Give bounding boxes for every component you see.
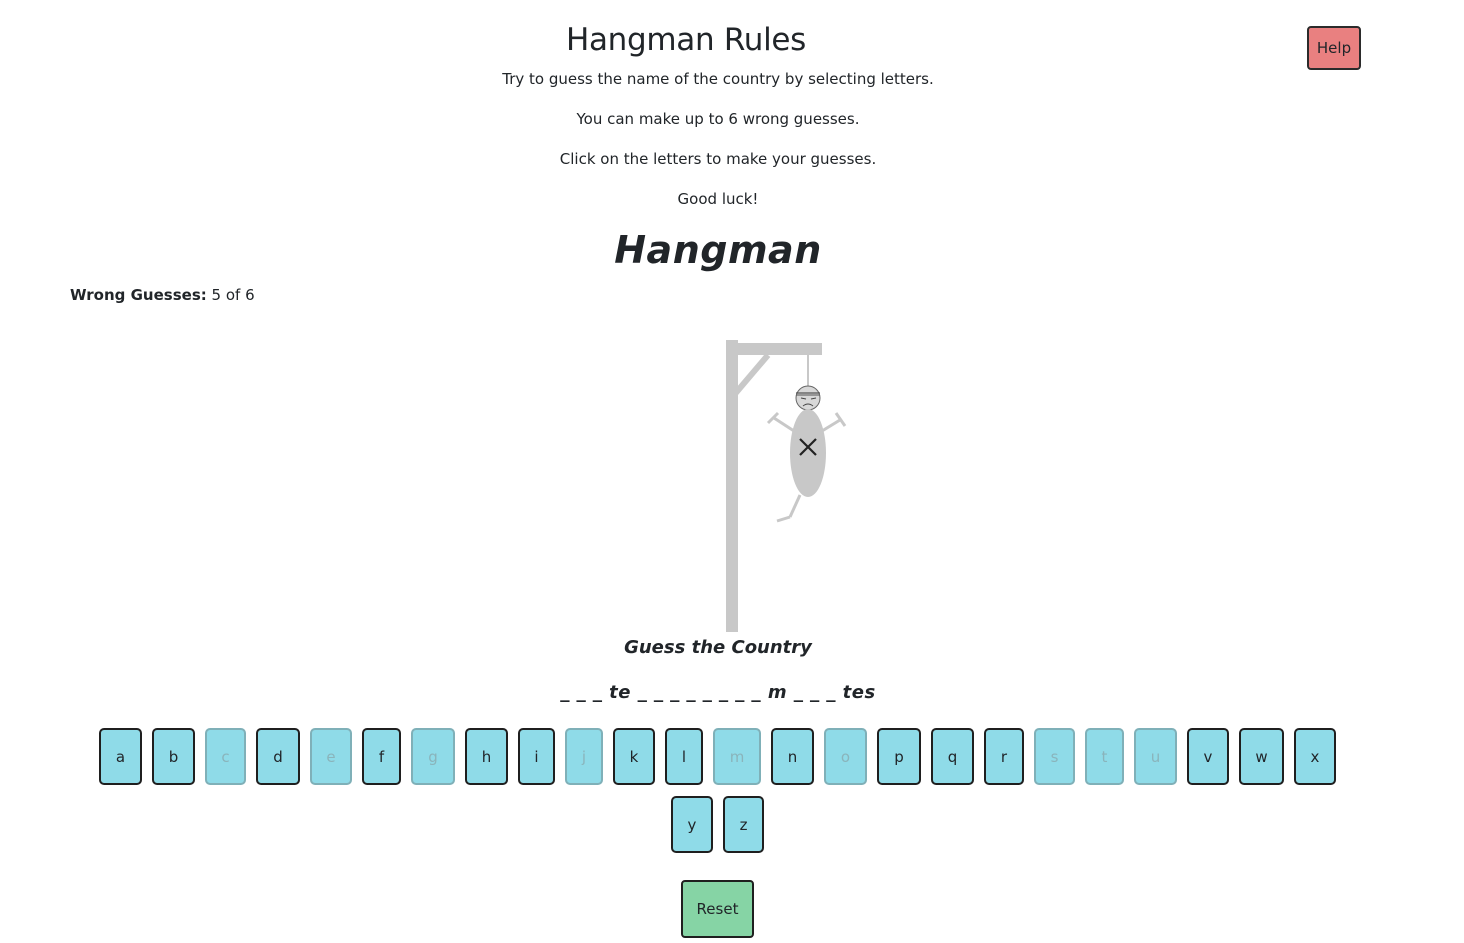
letter-key-r[interactable]: r	[984, 728, 1024, 785]
hangman-right-arm	[821, 412, 847, 433]
letter-key-m: m	[713, 728, 761, 785]
letter-key-l[interactable]: l	[665, 728, 703, 785]
letter-key-i[interactable]: i	[518, 728, 555, 785]
wrong-guesses-counter: Wrong Guesses: 5 of 6	[70, 286, 255, 304]
wrong-guesses-value: 5 of 6	[211, 286, 255, 304]
hangman-body	[790, 409, 826, 497]
letter-key-d[interactable]: d	[256, 728, 300, 785]
letter-key-q[interactable]: q	[931, 728, 974, 785]
letter-key-a[interactable]: a	[99, 728, 142, 785]
hangman-head	[795, 385, 821, 411]
letter-key-s: s	[1034, 728, 1075, 785]
letter-key-x[interactable]: x	[1294, 728, 1336, 785]
letter-key-w[interactable]: w	[1239, 728, 1284, 785]
letter-key-t: t	[1085, 728, 1124, 785]
help-button[interactable]: Help	[1307, 26, 1361, 70]
rule-line-4: Good luck!	[677, 190, 759, 208]
rule-line-1: Try to guess the name of the country by …	[502, 70, 934, 88]
word-display: _ _ _ te _ _ _ _ _ _ _ _ m _ _ _ tes	[560, 682, 876, 703]
letter-key-g: g	[411, 728, 455, 785]
letter-key-v[interactable]: v	[1187, 728, 1229, 785]
hangman-left-arm	[766, 411, 795, 433]
reset-button[interactable]: Reset	[681, 880, 754, 938]
rule-line-3: Click on the letters to make your guesse…	[559, 150, 877, 168]
wrong-guesses-label: Wrong Guesses:	[70, 286, 207, 304]
letter-key-b[interactable]: b	[152, 728, 195, 785]
letter-key-p[interactable]: p	[877, 728, 921, 785]
rule-line-2: You can make up to 6 wrong guesses.	[576, 110, 860, 128]
rules-title: Hangman Rules	[565, 22, 807, 58]
letter-key-y[interactable]: y	[671, 796, 713, 853]
letter-key-c: c	[205, 728, 246, 785]
letter-key-o: o	[824, 728, 867, 785]
letter-key-f[interactable]: f	[362, 728, 401, 785]
letter-key-z[interactable]: z	[723, 796, 764, 853]
hangman-drawing	[726, 340, 847, 632]
letter-key-e: e	[310, 728, 352, 785]
game-title: Hangman	[614, 228, 822, 272]
hangman-left-leg	[776, 494, 802, 523]
letter-key-u: u	[1134, 728, 1177, 785]
letter-key-k[interactable]: k	[613, 728, 655, 785]
letter-key-n[interactable]: n	[771, 728, 814, 785]
letter-key-j: j	[565, 728, 603, 785]
guess-subtitle: Guess the Country	[624, 637, 812, 658]
letter-key-h[interactable]: h	[465, 728, 508, 785]
